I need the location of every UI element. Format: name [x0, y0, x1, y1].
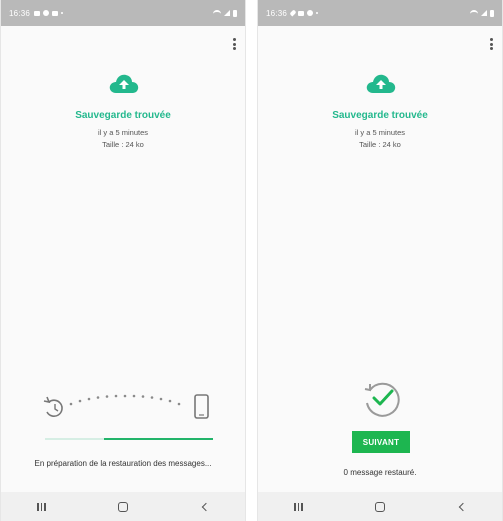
cloud-upload-icon	[109, 74, 139, 93]
backup-found-title: Sauvegarde trouvée	[75, 110, 171, 121]
restore-check-icon	[364, 382, 400, 417]
restore-status-message: En préparation de la restauration des me…	[34, 459, 212, 468]
wifi-icon	[213, 10, 221, 16]
more-notifications-icon	[61, 12, 64, 14]
screen-restored: 16:36 Sauvegarde trouvée il y a 5 minute…	[257, 0, 503, 521]
backup-age: il y a 5 minutes	[97, 128, 149, 137]
next-button[interactable]: SUIVANT	[352, 431, 410, 453]
more-notifications-icon	[316, 12, 319, 14]
screen-restoring: 16:36 Sauvegarde trouvée il y a 5 minute…	[0, 0, 246, 521]
status-time: 16:36	[266, 8, 288, 18]
notification-icons	[289, 9, 319, 17]
system-icons	[470, 9, 494, 17]
battery-icon	[490, 9, 494, 17]
cloud-upload-icon	[366, 74, 396, 93]
system-icons	[213, 9, 237, 17]
home-icon[interactable]	[111, 497, 135, 517]
messenger-icon	[43, 10, 50, 16]
mail-icon	[52, 10, 59, 16]
back-icon[interactable]	[449, 497, 473, 517]
signal-icon	[224, 10, 230, 16]
restore-progress-fill	[103, 438, 213, 440]
recent-apps-icon[interactable]	[30, 497, 54, 517]
dotted-arc	[69, 394, 181, 406]
navigation-bar	[258, 492, 502, 521]
messenger-icon	[307, 10, 314, 16]
backup-size: Taille : 24 ko	[359, 140, 401, 149]
gallery-icon	[34, 10, 41, 16]
location-icon	[289, 9, 297, 17]
more-vert-icon[interactable]	[486, 37, 496, 51]
phone-icon	[194, 394, 209, 419]
battery-icon	[233, 9, 237, 17]
gallery-icon	[298, 10, 305, 16]
back-icon[interactable]	[192, 497, 216, 517]
restore-progress-bar	[45, 438, 213, 440]
status-bar: 16:36	[1, 0, 245, 26]
home-icon[interactable]	[368, 497, 392, 517]
backup-size: Taille : 24 ko	[102, 140, 144, 149]
navigation-bar	[1, 492, 245, 521]
more-vert-icon[interactable]	[229, 37, 239, 51]
wifi-icon	[470, 10, 478, 16]
backup-age: il y a 5 minutes	[354, 128, 406, 137]
recent-apps-icon[interactable]	[287, 497, 311, 517]
signal-icon	[481, 10, 487, 16]
history-icon	[43, 396, 63, 417]
backup-found-title: Sauvegarde trouvée	[332, 110, 428, 121]
restore-animation	[43, 394, 209, 419]
status-time: 16:36	[9, 8, 31, 18]
restored-count-message: 0 message restauré.	[343, 468, 417, 477]
notification-icons	[34, 10, 64, 16]
status-bar: 16:36	[258, 0, 502, 26]
